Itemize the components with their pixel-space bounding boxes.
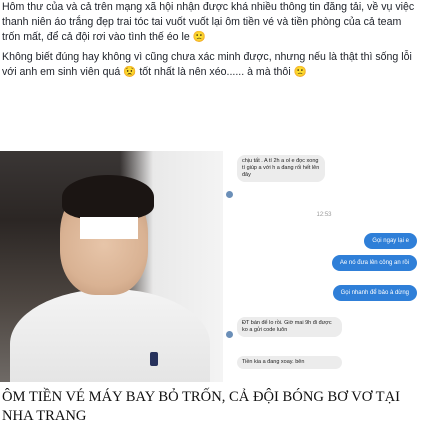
post-paragraph-1: Hôm thư của và cả trên mạng xã hội nhận … (2, 1, 415, 44)
hair (62, 175, 154, 219)
chat-timestamp: 12:53 (316, 212, 332, 218)
post-body: Hôm thư của và cả trên mạng xã hội nhận … (2, 0, 422, 84)
article-headline[interactable]: ÔM TIỀN VÉ MÁY BAY BỎ TRỐN, CẢ ĐỘI BÓNG … (2, 388, 422, 426)
incoming-message-3: Tiền kia a đang xoay. bên (237, 356, 342, 369)
post-paragraph-2: Không biết đúng hay không vì cũng chưa x… (2, 50, 412, 78)
sender-avatar (226, 191, 233, 198)
person-photo (0, 151, 223, 382)
outgoing-message-2: Ae nó đưa lên công an rồi (331, 255, 417, 271)
sender-avatar-2 (226, 331, 233, 338)
shirt-logo (150, 352, 158, 366)
outgoing-message-1: Gọi ngay lại e (364, 233, 417, 249)
chat-screenshot: chịu tất . A tí 2h a ol e đọc xong tí gi… (223, 151, 425, 382)
eye-censor-bar (80, 217, 138, 239)
composite-photo[interactable]: chịu tất . A tí 2h a ol e đọc xong tí gi… (0, 151, 425, 382)
incoming-message-2: ĐT bán để lo rồi. Giờ mai 9h đi được ko … (237, 317, 342, 337)
incoming-message-1: chịu tất . A tí 2h a ol e đọc xong tí gi… (237, 155, 325, 182)
outgoing-message-3: Gọi nhanh để bảo à dừng (332, 285, 417, 301)
